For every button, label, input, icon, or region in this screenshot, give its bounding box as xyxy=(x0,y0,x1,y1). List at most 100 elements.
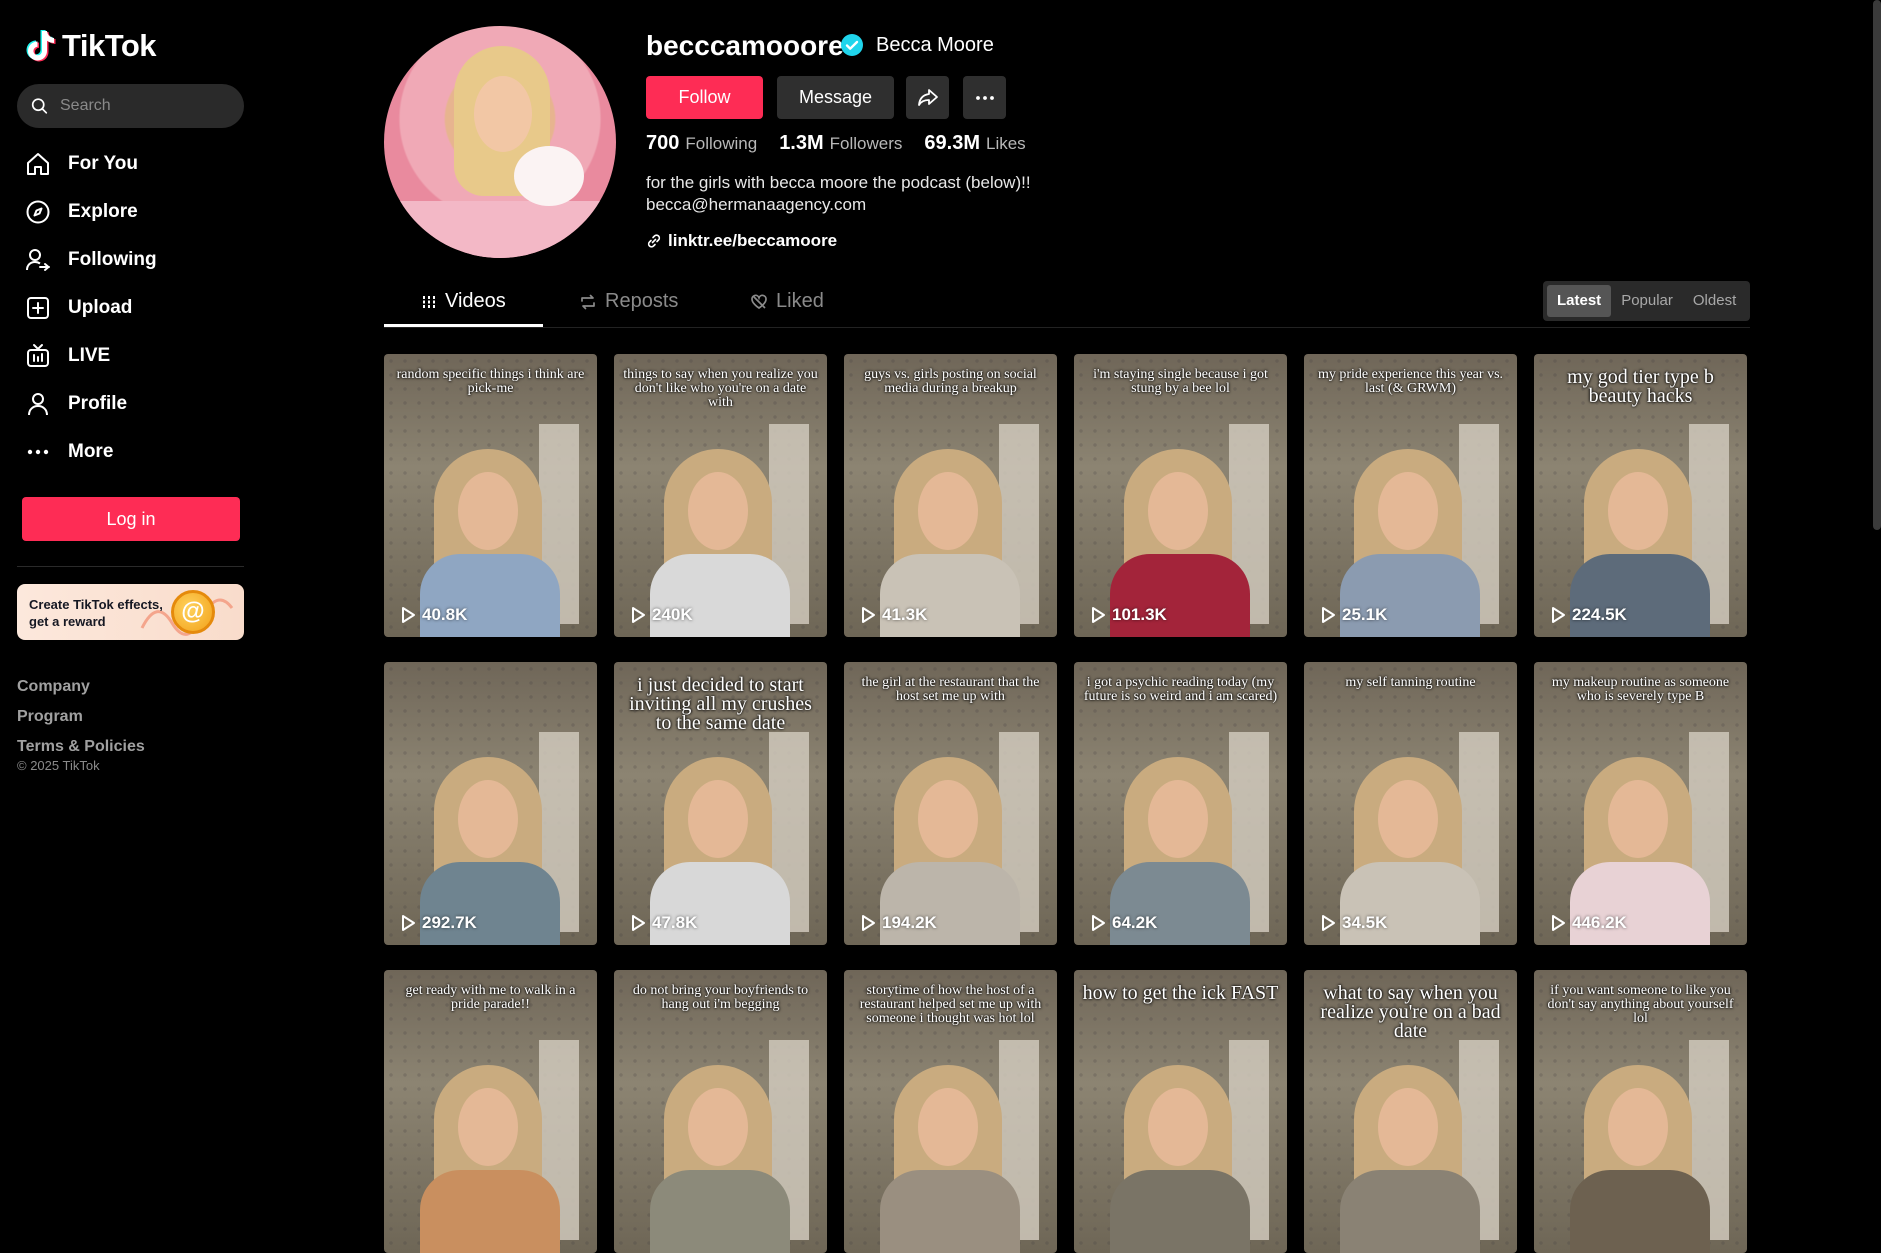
video-card[interactable]: the girl at the restaurant that the host… xyxy=(844,662,1057,945)
video-card[interactable]: 292.7K xyxy=(384,662,597,945)
tiktok-wordmark: TikTok xyxy=(62,28,157,63)
video-view-count: 34.5K xyxy=(1320,913,1387,933)
video-view-count: 40.8K xyxy=(400,605,467,625)
video-caption: guys vs. girls posting on social media d… xyxy=(864,367,1037,396)
sidebar-item-label: Following xyxy=(68,249,157,270)
following-icon xyxy=(24,246,52,274)
profile-link[interactable]: linktr.ee/beccamoore xyxy=(646,231,837,251)
profile-bio: for the girls with becca moore the podca… xyxy=(646,172,1031,216)
tiktok-logo[interactable]: TikTok xyxy=(26,28,157,64)
sidebar-item-following[interactable]: Following xyxy=(24,236,244,284)
video-card[interactable]: guys vs. girls posting on social media d… xyxy=(844,354,1057,637)
more-icon xyxy=(24,438,52,466)
footer-link-company[interactable]: Company xyxy=(17,672,145,702)
view-count-text: 25.1K xyxy=(1342,605,1388,624)
video-card[interactable]: things to say when you realize you don't… xyxy=(614,354,827,637)
sidebar-item-live[interactable]: LIVE xyxy=(24,332,244,380)
video-view-count: 194.2K xyxy=(860,913,937,933)
share-button[interactable] xyxy=(906,76,949,119)
video-card[interactable]: random specific things i think are pick-… xyxy=(384,354,597,637)
login-button[interactable]: Log in xyxy=(22,497,240,541)
scrollbar[interactable] xyxy=(1873,0,1881,530)
follow-button[interactable]: Follow xyxy=(646,76,763,119)
video-card[interactable]: do not bring your boyfriends to hang out… xyxy=(614,970,827,1253)
footer-links: Company Program Terms & Policies xyxy=(17,672,145,762)
video-card[interactable]: get ready with me to walk in a pride par… xyxy=(384,970,597,1253)
tiktok-logo-icon xyxy=(26,30,56,62)
tab-reposts[interactable]: Reposts xyxy=(579,290,678,313)
sidebar-item-label: Explore xyxy=(68,201,138,222)
sidebar-nav: For You Explore Following Upload LIVE Pr… xyxy=(24,140,244,476)
active-tab-indicator xyxy=(384,324,543,327)
view-count-text: 292.7K xyxy=(422,913,477,932)
sidebar-item-explore[interactable]: Explore xyxy=(24,188,244,236)
ellipsis-icon xyxy=(975,95,994,100)
sidebar-item-label: Upload xyxy=(68,297,133,318)
share-icon xyxy=(917,88,938,106)
more-options-button[interactable] xyxy=(963,76,1006,119)
video-card[interactable]: how to get the ick FAST xyxy=(1074,970,1287,1253)
video-card[interactable]: i just decided to start inviting all my … xyxy=(614,662,827,945)
video-view-count: 25.1K xyxy=(1320,605,1387,625)
home-icon xyxy=(24,150,52,178)
avatar[interactable] xyxy=(384,26,616,258)
stat-followers[interactable]: 1.3M Followers xyxy=(779,132,902,155)
video-caption: i got a psychic reading today (my future… xyxy=(1083,675,1278,704)
sort-latest-button[interactable]: Latest xyxy=(1547,285,1612,317)
sort-oldest-button[interactable]: Oldest xyxy=(1683,285,1746,317)
video-caption: the girl at the restaurant that the host… xyxy=(861,675,1040,704)
liked-icon xyxy=(751,294,767,309)
sidebar-item-more[interactable]: More xyxy=(24,428,244,476)
sidebar-item-profile[interactable]: Profile xyxy=(24,380,244,428)
play-icon xyxy=(1552,607,1565,623)
sidebar-item-label: For You xyxy=(68,153,139,174)
live-icon xyxy=(24,342,52,370)
search-bar[interactable] xyxy=(17,84,244,128)
view-count-text: 34.5K xyxy=(1342,913,1388,932)
video-card[interactable]: what to say when you realize you're on a… xyxy=(1304,970,1517,1253)
video-card[interactable]: my self tanning routine 34.5K xyxy=(1304,662,1517,945)
video-view-count: 41.3K xyxy=(860,605,927,625)
footer-link-program[interactable]: Program xyxy=(17,702,145,732)
video-caption: storytime of how the host of a restauran… xyxy=(859,983,1042,1026)
video-card[interactable]: i got a psychic reading today (my future… xyxy=(1074,662,1287,945)
message-button[interactable]: Message xyxy=(777,76,894,119)
stat-label: Followers xyxy=(829,134,903,153)
video-view-count: 64.2K xyxy=(1090,913,1157,933)
play-icon xyxy=(402,915,415,931)
video-view-count: 292.7K xyxy=(400,913,477,933)
repost-icon xyxy=(581,294,595,309)
video-caption: random specific things i think are pick-… xyxy=(396,367,585,396)
video-card[interactable]: my god tier type b beauty hacks 224.5K xyxy=(1534,354,1747,637)
sort-popular-button[interactable]: Popular xyxy=(1611,285,1683,317)
stat-label: Likes xyxy=(986,134,1026,153)
video-card[interactable]: storytime of how the host of a restauran… xyxy=(844,970,1057,1253)
effects-promo-text: Create TikTok effects, get a reward xyxy=(29,597,163,629)
stat-label: Following xyxy=(685,134,758,153)
tab-liked[interactable]: Liked xyxy=(750,290,824,313)
video-card[interactable]: my makeup routine as someone who is seve… xyxy=(1534,662,1747,945)
play-icon xyxy=(632,607,645,623)
profile-username: becccamooore xyxy=(646,30,844,61)
view-count-text: 47.8K xyxy=(652,913,698,932)
stat-following[interactable]: 700 Following xyxy=(646,132,757,155)
play-icon xyxy=(1322,607,1335,623)
video-card[interactable]: my pride experience this year vs. last (… xyxy=(1304,354,1517,637)
sidebar-item-for-you[interactable]: For You xyxy=(24,140,244,188)
video-caption: my makeup routine as someone who is seve… xyxy=(1551,675,1730,704)
stat-value: 700 xyxy=(646,132,680,154)
video-caption: my pride experience this year vs. last (… xyxy=(1317,367,1504,396)
video-card[interactable]: if you want someone to like you don't sa… xyxy=(1534,970,1747,1253)
video-view-count: 446.2K xyxy=(1550,913,1627,933)
tab-videos[interactable]: Videos xyxy=(421,290,506,313)
video-card[interactable]: i'm staying single because i got stung b… xyxy=(1074,354,1287,637)
tab-label: Liked xyxy=(776,290,824,312)
video-caption: i just decided to start inviting all my … xyxy=(629,674,812,734)
search-input[interactable] xyxy=(60,97,230,115)
effects-promo-card[interactable]: Create TikTok effects, get a reward @ xyxy=(17,584,244,640)
sidebar-item-upload[interactable]: Upload xyxy=(24,284,244,332)
sidebar-item-label: LIVE xyxy=(68,345,111,366)
video-caption: what to say when you realize you're on a… xyxy=(1320,982,1501,1042)
video-caption: how to get the ick FAST xyxy=(1082,982,1279,1004)
video-caption: if you want someone to like you don't sa… xyxy=(1547,983,1734,1026)
